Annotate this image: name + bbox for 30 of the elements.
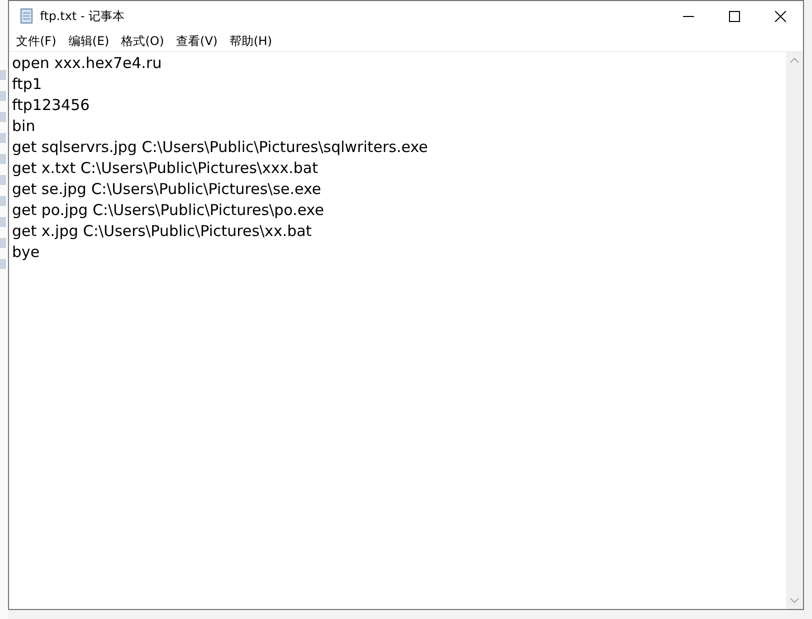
text-line: ftp123456 [12,95,90,116]
file-icon [0,154,6,164]
text-line: get sqlservrs.jpg C:\Users\Public\Pictures\sqlwriters.exe [12,137,428,158]
file-icon [0,133,6,143]
scrollbar[interactable] [786,52,803,609]
menu-item[interactable]: 帮助(H) [224,32,279,50]
file-icon [0,175,6,185]
notepad-icon [18,8,34,24]
close-icon[interactable] [774,10,786,22]
text-line: open xxx.hex7e4.ru [12,53,162,74]
window-title: ftp.txt - 记事本 [40,8,125,24]
text-line: bye [12,242,40,263]
text-line: ftp1 [12,74,42,95]
file-icon [0,238,6,248]
text-line: get x.txt C:\Users\Public\Pictures\xxx.bat [12,158,318,179]
text-line: get po.jpg C:\Users\Public\Pictures\po.exe [12,200,324,221]
text-line: get se.jpg C:\Users\Public\Pictures\se.exe [12,179,322,200]
file-icon [0,112,6,122]
maximize-icon[interactable] [728,10,740,22]
file-icon [0,70,6,80]
menu-item[interactable]: 查看(V) [171,32,225,50]
menu-item[interactable]: 编辑(E) [63,32,116,50]
file-icon [0,91,6,101]
file-icon [0,217,6,227]
menu-item[interactable]: 文件(F) [11,32,64,50]
text-line: get x.jpg C:\Users\Public\Pictures\xx.bat [12,221,312,242]
menu-item[interactable]: 格式(O) [116,32,172,50]
file-icon [0,259,6,269]
text-line: bin [12,116,36,137]
file-icon [0,196,6,206]
